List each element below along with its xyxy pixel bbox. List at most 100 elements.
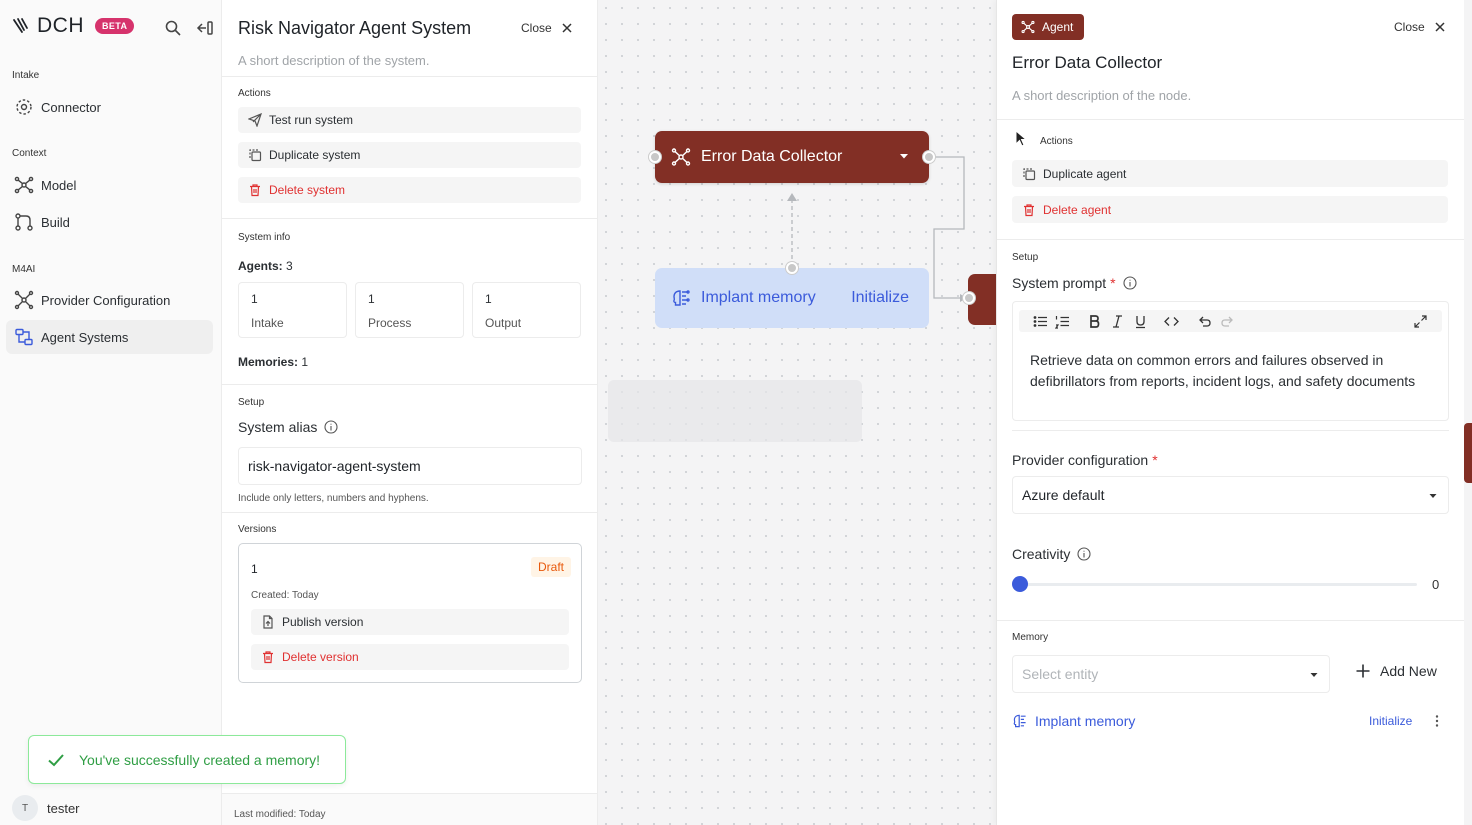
sidebar-item-connector[interactable]: Connector (6, 90, 213, 124)
memory-list-item[interactable]: Implant memory Initialize (1012, 710, 1449, 732)
memory-item-label: Implant memory (1035, 713, 1136, 729)
memories-label: Memories: (238, 355, 299, 369)
plus-icon (1356, 664, 1370, 678)
sidebar-item-agent-systems[interactable]: Agent Systems (6, 320, 213, 354)
creativity-slider-track[interactable] (1019, 583, 1417, 586)
close-system-panel-button[interactable]: Close (521, 21, 574, 35)
version-created: Created: Today (251, 590, 319, 601)
editor-toolbar (1019, 310, 1442, 332)
duplicate-agent-button[interactable]: Duplicate agent (1012, 160, 1448, 187)
flow-canvas[interactable]: Error Data Collector Implant memory Init… (598, 0, 996, 825)
delete-agent-button[interactable]: Delete agent (1012, 196, 1448, 223)
node-input-handle[interactable] (649, 151, 661, 163)
status-badge: Draft (530, 557, 571, 577)
close-label: Close (1394, 20, 1425, 34)
sidebar-item-model[interactable]: Model (6, 168, 213, 202)
delete-system-button[interactable]: Delete system (238, 177, 581, 203)
node-input-handle[interactable] (963, 292, 975, 304)
agent-node-error-data-collector[interactable]: Error Data Collector (655, 131, 929, 183)
chevron-down-icon (1429, 494, 1437, 498)
memory-entity-select[interactable]: Select entity (1012, 655, 1330, 693)
setup-label: Setup (238, 397, 265, 408)
stat-label: Output (485, 316, 522, 330)
search-icon[interactable] (164, 19, 182, 37)
memory-output-handle[interactable] (786, 262, 798, 274)
system-description[interactable]: A short description of the system. (238, 53, 429, 68)
test-run-system-button[interactable]: Test run system (238, 107, 581, 133)
numbered-list-icon[interactable] (1055, 314, 1070, 329)
creativity-slider-thumb[interactable] (1012, 576, 1028, 592)
stat-count: 1 (251, 292, 258, 306)
close-icon (562, 23, 572, 33)
sidebar-item-build[interactable]: Build (6, 205, 213, 239)
initialize-memory-button[interactable]: Initialize (851, 289, 909, 307)
node-output-handle[interactable] (923, 151, 935, 163)
success-toast[interactable]: You've successfully created a memory! (28, 735, 346, 784)
stat-count: 1 (485, 292, 492, 306)
bullet-list-icon[interactable] (1033, 314, 1048, 329)
info-icon[interactable] (1123, 276, 1137, 290)
select-value: Azure default (1022, 487, 1105, 503)
expand-icon[interactable] (1413, 314, 1428, 329)
underline-icon[interactable] (1133, 314, 1148, 329)
stat-label: Intake (251, 316, 284, 330)
system-alias-input[interactable]: risk-navigator-agent-system (238, 447, 582, 485)
rocket-icon (248, 113, 262, 127)
more-vertical-icon[interactable] (1430, 714, 1444, 728)
undo-icon[interactable] (1197, 314, 1212, 329)
duplicate-system-button[interactable]: Duplicate system (238, 142, 581, 168)
version-card[interactable]: 1 Draft Created: Today Publish version D… (238, 543, 582, 683)
stat-output: 1 Output (472, 282, 581, 338)
sidebar-item-label: Provider Configuration (41, 292, 171, 308)
system-prompt-label: System prompt * (1012, 275, 1137, 291)
collapse-sidebar-icon[interactable] (196, 19, 214, 37)
user-menu[interactable]: T tester (12, 795, 80, 821)
system-info-label: System info (238, 232, 291, 243)
node-label: Implant memory (701, 289, 816, 306)
system-prompt-editor[interactable]: Retrieve data on common errors and failu… (1012, 301, 1449, 421)
field-label-text: System alias (238, 419, 318, 435)
mouse-cursor-icon (1015, 130, 1028, 147)
brand[interactable]: DCH BETA (12, 14, 135, 38)
connector-icon (16, 99, 32, 115)
required-mark: * (1110, 275, 1116, 291)
node-description[interactable]: A short description of the node. (1012, 88, 1191, 103)
divider (997, 119, 1464, 120)
divider (1012, 430, 1449, 431)
creativity-value: 0 (1432, 577, 1440, 592)
info-icon[interactable] (324, 420, 338, 434)
info-icon[interactable] (1077, 547, 1091, 561)
build-icon (15, 213, 33, 231)
required-mark: * (1152, 452, 1158, 468)
chevron-down-icon[interactable] (899, 151, 909, 161)
add-new-memory-button[interactable]: Add New (1355, 663, 1437, 679)
code-icon[interactable] (1164, 314, 1179, 329)
close-node-panel-button[interactable]: Close (1394, 20, 1447, 34)
publish-version-button[interactable]: Publish version (251, 609, 569, 635)
stat-count: 1 (368, 292, 375, 306)
section-label-context: Context (12, 148, 47, 159)
memory-icon (673, 290, 690, 306)
initialize-memory-button[interactable]: Initialize (1369, 714, 1412, 728)
creativity-label: Creativity (1012, 546, 1091, 562)
agent-systems-icon (15, 328, 33, 346)
system-prompt-text[interactable]: Retrieve data on common errors and failu… (1030, 350, 1440, 392)
node-title[interactable]: Error Data Collector (1012, 53, 1162, 73)
delete-version-button[interactable]: Delete version (251, 644, 569, 670)
beta-badge: BETA (95, 18, 135, 34)
duplicate-icon (1023, 167, 1036, 180)
button-label: Add New (1380, 663, 1437, 679)
memory-node-implant-memory[interactable]: Implant memory Initialize (655, 268, 929, 328)
toast-message: You've successfully created a memory! (79, 751, 321, 768)
agents-count: Agents: 3 (238, 259, 293, 273)
provider-select[interactable]: Azure default (1012, 476, 1449, 514)
close-icon (1435, 22, 1445, 32)
action-label: Delete version (282, 650, 359, 664)
trash-icon (250, 184, 260, 197)
italic-icon[interactable] (1110, 314, 1125, 329)
memory-label: Memory (1012, 632, 1049, 643)
redo-icon[interactable] (1220, 314, 1235, 329)
bold-icon[interactable] (1087, 314, 1102, 329)
sidebar-item-provider-configuration[interactable]: Provider Configuration (6, 283, 213, 317)
setup-label: Setup (1012, 252, 1039, 263)
